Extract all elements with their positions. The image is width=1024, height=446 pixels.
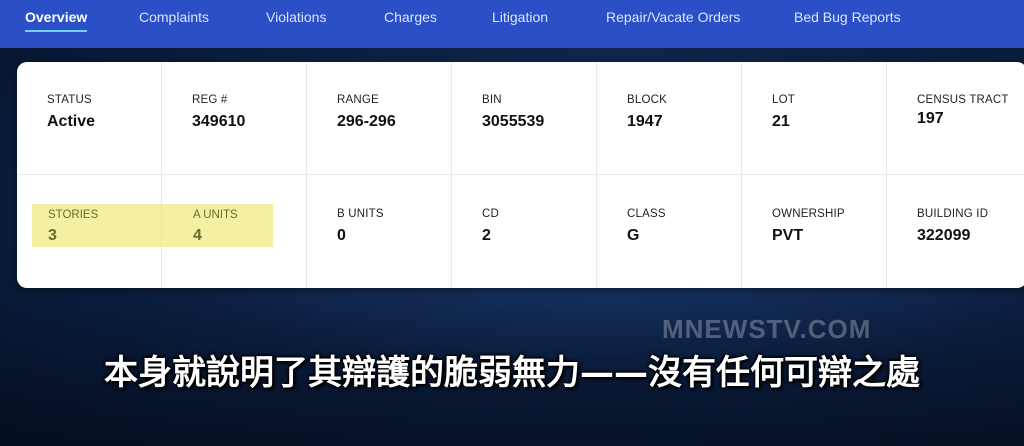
- field-value: 2: [482, 227, 491, 244]
- field-lot: LOT 21: [742, 62, 887, 175]
- tab-bed-bug-reports[interactable]: Bed Bug Reports: [794, 9, 901, 25]
- stories-label: STORIES: [48, 209, 99, 221]
- field-label: BIN: [482, 94, 502, 106]
- building-info-panel: STATUS Active REG # 349610 RANGE 296-296…: [17, 62, 1024, 288]
- field-label: CLASS: [627, 208, 666, 220]
- field-building-id: BUILDING ID 322099: [887, 175, 1024, 288]
- field-value: 197: [917, 110, 944, 127]
- field-range: RANGE 296-296: [307, 62, 452, 175]
- field-label: RANGE: [337, 94, 379, 106]
- field-label: B UNITS: [337, 208, 384, 220]
- field-b-units: B UNITS 0: [307, 175, 452, 288]
- field-label: BUILDING ID: [917, 208, 989, 220]
- field-value: 21: [772, 113, 790, 130]
- field-cd: CD 2: [452, 175, 597, 288]
- field-value: 0: [337, 227, 346, 244]
- stories-value: 3: [48, 227, 57, 244]
- field-class: CLASS G: [597, 175, 742, 288]
- tab-litigation[interactable]: Litigation: [492, 9, 548, 25]
- field-label: OWNERSHIP: [772, 208, 845, 220]
- field-bin: BIN 3055539: [452, 62, 597, 175]
- field-value: 349610: [192, 113, 246, 130]
- video-subtitle: 本身就說明了其辯護的脆弱無力——沒有任何可辯之處: [104, 353, 920, 393]
- field-label: LOT: [772, 94, 795, 106]
- field-ownership: OWNERSHIP PVT: [742, 175, 887, 288]
- field-label: BLOCK: [627, 94, 667, 106]
- field-value: Active: [47, 113, 96, 130]
- top-nav: Overview Complaints Violations Charges L…: [0, 0, 1024, 48]
- field-label: REG #: [192, 94, 228, 106]
- tab-charges[interactable]: Charges: [384, 9, 437, 25]
- a-units-label: A UNITS: [193, 209, 238, 221]
- field-value: 296-296: [337, 113, 396, 130]
- a-units-value: 4: [193, 227, 202, 244]
- watermark: MNEWSTV.COM: [662, 314, 872, 344]
- field-value: 322099: [917, 227, 971, 244]
- field-value: G: [627, 227, 640, 244]
- field-census-tract: CENSUS TRACT 197: [887, 62, 1024, 175]
- field-reg-number: REG # 349610: [162, 62, 307, 175]
- field-value: 3055539: [482, 113, 545, 130]
- tab-overview[interactable]: Overview: [25, 9, 88, 32]
- tab-violations[interactable]: Violations: [266, 9, 326, 25]
- field-value: PVT: [772, 227, 804, 244]
- field-label: CD: [482, 208, 500, 220]
- highlight-box: STORIES 3 A UNITS 4: [32, 204, 273, 247]
- field-value: 1947: [627, 113, 663, 130]
- building-info-grid: STATUS Active REG # 349610 RANGE 296-296…: [17, 62, 1024, 288]
- tab-repair-vacate-orders[interactable]: Repair/Vacate Orders: [606, 9, 740, 25]
- tab-complaints[interactable]: Complaints: [139, 9, 209, 25]
- field-label: STATUS: [47, 94, 92, 106]
- field-block: BLOCK 1947: [597, 62, 742, 175]
- field-label: CENSUS TRACT: [917, 94, 1009, 106]
- field-status: STATUS Active: [17, 62, 162, 175]
